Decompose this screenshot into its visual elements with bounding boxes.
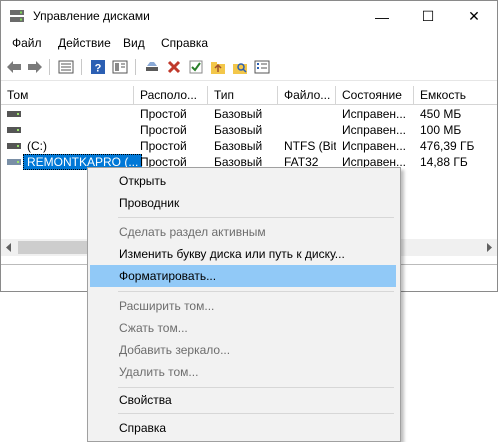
scroll-left-icon[interactable] [5, 243, 13, 252]
help-icon[interactable]: ? [89, 58, 107, 76]
close-button[interactable]: ✕ [451, 1, 497, 32]
cell-capacity: 450 МБ [420, 107, 462, 121]
cell-capacity: 14,88 ГБ [420, 155, 468, 169]
table-row[interactable]: Простой Базовый Исправен... 450 МБ [1, 106, 497, 122]
table-row[interactable]: Простой Базовый Исправен... 100 МБ [1, 122, 497, 138]
cell-filesystem [278, 122, 336, 138]
minimize-button[interactable]: — [359, 1, 405, 32]
menu-item-open[interactable]: Открыть [90, 170, 396, 192]
drive-icon [7, 127, 21, 133]
delete-icon[interactable] [165, 58, 183, 76]
cell-status: Исправен... [342, 139, 407, 153]
folder-up-icon[interactable] [209, 58, 227, 76]
menu-file[interactable]: Файл [12, 36, 42, 50]
cell-status: Исправен... [342, 123, 407, 137]
window-title: Управление дисками [33, 9, 150, 23]
column-header-layout[interactable]: Располо... [134, 86, 208, 104]
cell-volume: (C:) [27, 139, 47, 153]
check-icon[interactable] [187, 58, 205, 76]
minimize-icon: — [375, 8, 389, 25]
menu-item-format[interactable]: Форматировать... [90, 265, 396, 287]
properties-panel-icon[interactable] [57, 58, 75, 76]
menu-separator [118, 387, 394, 388]
menu-item-change-letter[interactable]: Изменить букву диска или путь к диску... [90, 243, 396, 265]
removable-drive-icon [7, 159, 21, 165]
title-bar: Управление дисками — ☐ ✕ [1, 1, 497, 32]
menu-item-delete-volume: Удалить том... [119, 365, 199, 379]
cell-filesystem [278, 106, 336, 122]
menu-help[interactable]: Справка [161, 36, 208, 50]
cell-layout: Простой [140, 123, 187, 137]
forward-arrow-icon[interactable] [26, 58, 44, 76]
scroll-right-icon[interactable] [485, 243, 493, 252]
menu-item-explorer[interactable]: Проводник [90, 192, 396, 214]
cell-capacity: 476,39 ГБ [420, 139, 475, 153]
svg-text:?: ? [95, 63, 102, 75]
menu-separator [118, 413, 394, 414]
cell-type: Базовый [214, 139, 263, 153]
column-header-capacity[interactable]: Емкость [414, 86, 497, 104]
cell-type: Базовый [214, 123, 263, 137]
maximize-icon: ☐ [421, 8, 435, 24]
disk-management-app-icon [10, 10, 24, 22]
search-icon[interactable] [231, 58, 249, 76]
menu-item-extend: Расширить том... [119, 299, 215, 313]
menu-bar: Файл Действие Вид Справка [1, 32, 497, 54]
toolbar: ? [1, 54, 497, 81]
context-menu: Открыть Проводник Сделать раздел активны… [87, 167, 401, 442]
details-panel-icon[interactable] [111, 58, 129, 76]
column-header-volume[interactable]: Том [1, 86, 134, 104]
menu-item-add-mirror: Добавить зеркало... [119, 343, 231, 357]
column-header-type[interactable]: Тип [208, 86, 278, 104]
cell-layout: Простой [140, 107, 187, 121]
table-row[interactable]: (C:) Простой Базовый NTFS (BitL... Испра… [1, 138, 497, 154]
cell-type: Базовый [214, 107, 263, 121]
connect-icon[interactable] [143, 58, 161, 76]
column-header-filesystem[interactable]: Файло... [278, 86, 336, 104]
volume-list-header: Том Располо... Тип Файло... Состояние Ем… [1, 86, 497, 105]
menu-item-shrink: Сжать том... [119, 321, 188, 335]
column-header-status[interactable]: Состояние [336, 86, 414, 104]
maximize-button[interactable]: ☐ [405, 1, 451, 32]
menu-action[interactable]: Действие [58, 36, 111, 50]
menu-item-make-active: Сделать раздел активным [119, 225, 266, 239]
drive-icon [7, 143, 21, 149]
menu-view[interactable]: Вид [123, 36, 145, 50]
close-icon: ✕ [468, 8, 480, 24]
cell-filesystem: NTFS (BitL... [284, 139, 336, 153]
menu-separator [118, 217, 394, 218]
menu-item-properties[interactable]: Свойства [90, 389, 396, 411]
menu-item-help[interactable]: Справка [90, 417, 396, 439]
list-icon[interactable] [253, 58, 271, 76]
cell-layout: Простой [140, 139, 187, 153]
cell-capacity: 100 МБ [420, 123, 462, 137]
menu-separator [118, 291, 394, 292]
back-arrow-icon[interactable] [5, 58, 23, 76]
cell-status: Исправен... [342, 107, 407, 121]
drive-icon [7, 111, 21, 117]
